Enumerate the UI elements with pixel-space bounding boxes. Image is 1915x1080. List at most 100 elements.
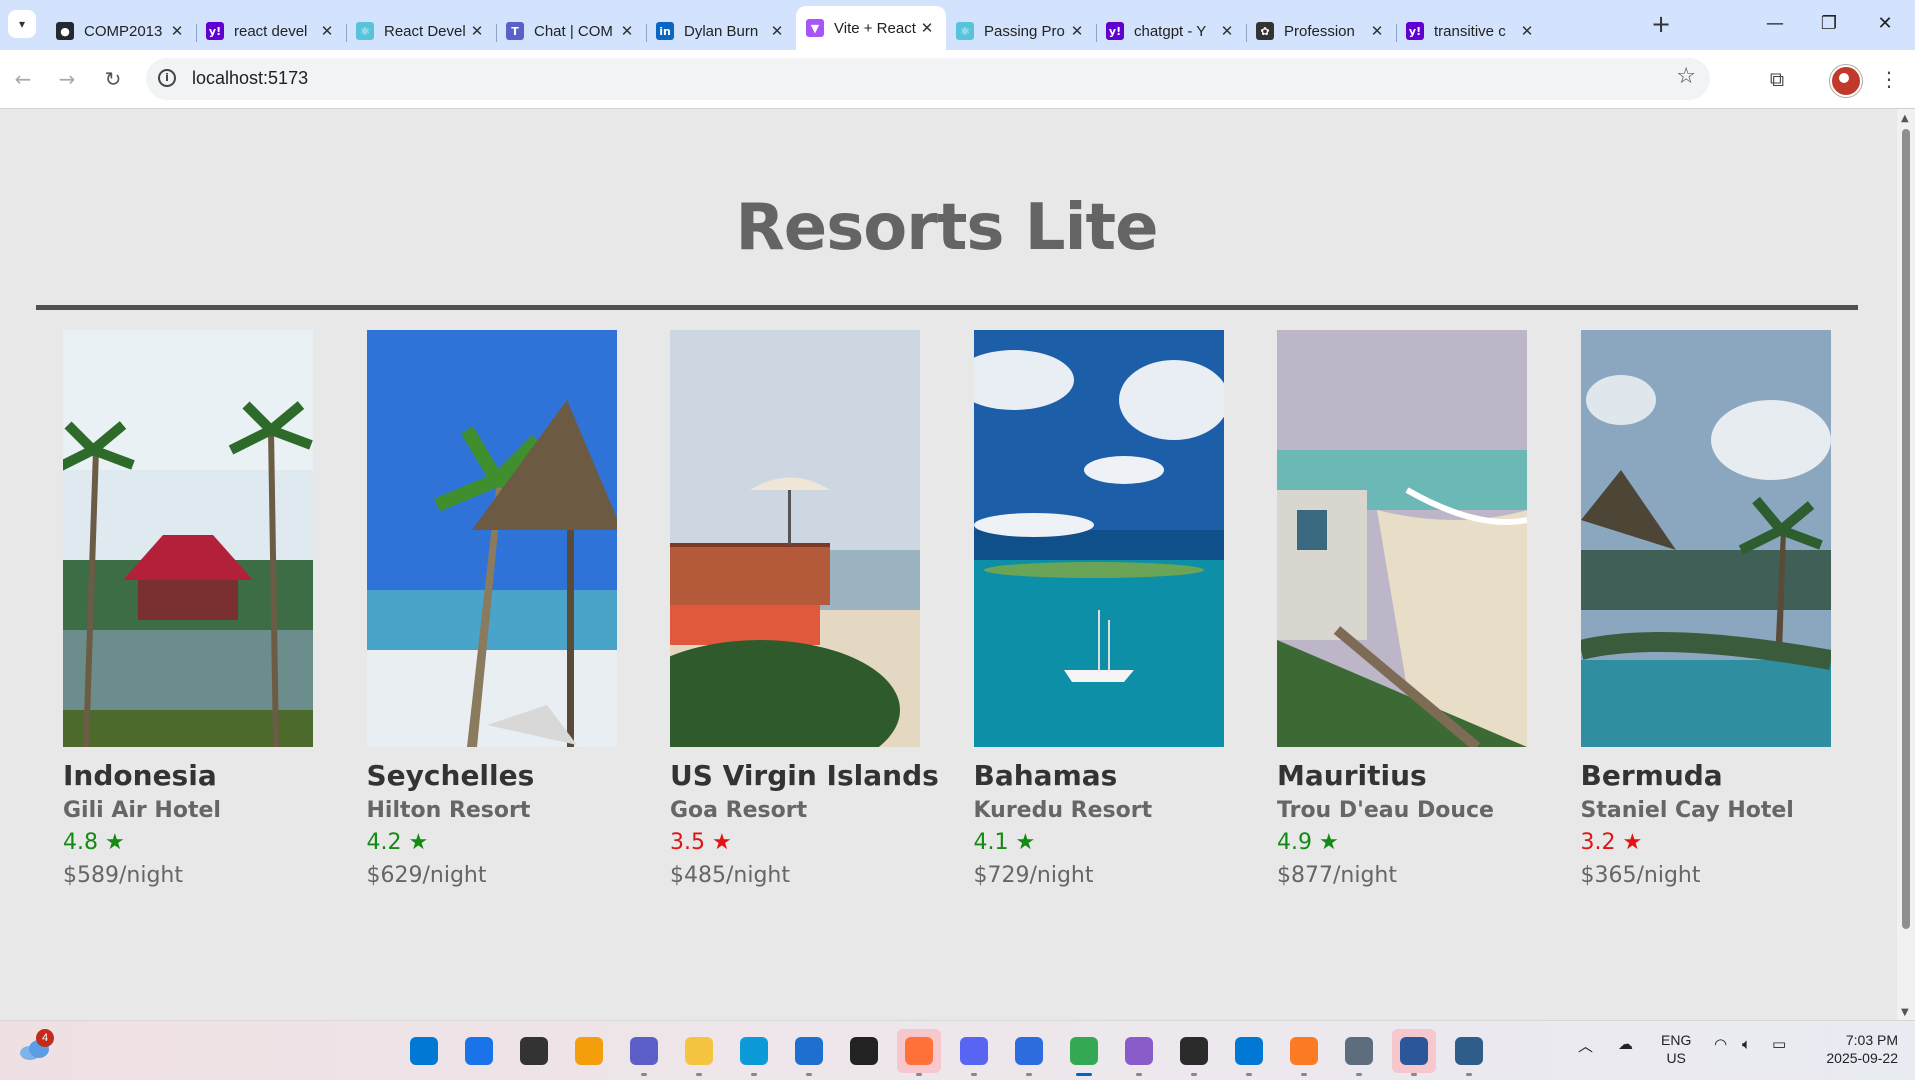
close-icon[interactable]: ✕ <box>468 22 486 40</box>
reload-button[interactable]: ↻ <box>98 64 128 94</box>
browser-tab[interactable]: y! chatgpt - Y ✕ <box>1096 12 1246 50</box>
taskbar-app-list <box>402 1029 1502 1076</box>
scrollbar-thumb[interactable] <box>1902 129 1910 929</box>
tab-title: Profession <box>1284 22 1355 40</box>
browser-tab[interactable]: y! transitive c ✕ <box>1396 12 1546 50</box>
visual-studio-icon[interactable] <box>1117 1029 1161 1076</box>
clock-time: 7:03 PM <box>1845 1032 1898 1048</box>
resort-country: US Virgin Islands <box>670 759 939 792</box>
resort-photo <box>670 330 920 747</box>
linkedin-icon: in <box>656 22 674 40</box>
teams-icon: T <box>506 22 524 40</box>
resort-country: Bahamas <box>973 759 1118 792</box>
tab-title: Dylan Burn <box>684 22 759 40</box>
teams-icon[interactable] <box>622 1029 666 1076</box>
browser-tab[interactable]: ⚛ Passing Pro ✕ <box>946 12 1096 50</box>
openai-icon: ✿ <box>1256 22 1274 40</box>
page-scrollbar[interactable]: ▲ ▼ <box>1897 109 1915 1020</box>
close-icon[interactable]: ✕ <box>1368 22 1386 40</box>
resort-card: US Virgin Islands Goa Resort 3.5 ★ $485/nig… <box>670 330 939 888</box>
tab-title: Chat | COM <box>534 22 613 40</box>
yahoo-icon: y! <box>1406 22 1424 40</box>
new-tab-button[interactable]: + <box>1647 10 1675 38</box>
page-title: Resorts Lite <box>735 191 1159 265</box>
menu-kebab-icon[interactable]: ⋮ <box>1874 64 1904 94</box>
address-bar[interactable]: i localhost:5173 ☆ <box>146 58 1710 100</box>
copilot-icon[interactable] <box>567 1029 611 1073</box>
resort-hotel-name: Kuredu Resort <box>973 798 1153 823</box>
close-icon[interactable]: ✕ <box>318 22 336 40</box>
restore-button[interactable]: ❐ <box>1806 8 1852 40</box>
wifi-icon[interactable]: ◠ <box>1714 1035 1727 1053</box>
file-explorer-icon[interactable] <box>677 1029 721 1076</box>
system-clock[interactable]: 7:03 PM 2025-09-22 <box>1812 1031 1898 1067</box>
resort-card: Bahamas Kuredu Resort 4.1 ★ $729/night <box>973 330 1224 888</box>
close-icon[interactable]: ✕ <box>168 22 186 40</box>
yahoo-icon: y! <box>1106 22 1124 40</box>
terminal-icon[interactable] <box>1172 1029 1216 1076</box>
input-language[interactable]: ENG US <box>1661 1031 1691 1067</box>
discord-icon[interactable] <box>952 1029 996 1076</box>
remote-icon[interactable] <box>1447 1029 1491 1076</box>
bookmark-star-icon[interactable]: ☆ <box>1676 64 1696 89</box>
resort-price: $629/night <box>366 863 487 888</box>
close-icon[interactable]: ✕ <box>1218 22 1236 40</box>
scroll-down-arrow-icon[interactable]: ▼ <box>1901 1007 1909 1018</box>
extensions-icon[interactable]: ⧉ <box>1762 64 1792 94</box>
title-divider <box>36 305 1858 310</box>
word-icon[interactable] <box>1392 1029 1436 1076</box>
react-icon: ⚛ <box>956 22 974 40</box>
resort-price: $729/night <box>973 863 1094 888</box>
browser-tab[interactable]: T Chat | COM ✕ <box>496 12 646 50</box>
tab-strip: ▾ ● COMP2013 ✕ y! react devel ✕ ⚛ React Devel ✕ T… <box>0 0 1915 50</box>
onedrive-icon[interactable]: ☁ <box>1618 1035 1633 1053</box>
calculator-icon[interactable] <box>1337 1029 1381 1076</box>
resort-hotel-name: Hilton Resort <box>366 798 531 823</box>
search-icon[interactable] <box>457 1029 501 1073</box>
resort-card: Seychelles Hilton Resort 4.2 ★ $629/night <box>366 330 617 888</box>
show-hidden-icons-chevron-icon[interactable]: ︿ <box>1578 1035 1593 1056</box>
close-icon[interactable]: ✕ <box>768 22 786 40</box>
address-url[interactable]: localhost:5173 <box>192 68 308 89</box>
xampp-icon[interactable] <box>1282 1029 1326 1076</box>
tab-title: React Devel <box>384 22 466 40</box>
scroll-up-arrow-icon[interactable]: ▲ <box>1901 113 1909 124</box>
resort-photo <box>63 330 313 747</box>
browser-tab[interactable]: ⚛ React Devel ✕ <box>346 12 496 50</box>
minimize-button[interactable]: — <box>1752 8 1798 40</box>
browser-tab[interactable]: in Dylan Burn ✕ <box>646 12 796 50</box>
chrome-icon[interactable] <box>1062 1029 1106 1076</box>
profile-avatar[interactable] <box>1830 65 1862 97</box>
browser-tab[interactable]: ● COMP2013 ✕ <box>46 12 196 50</box>
dell-icon[interactable] <box>842 1029 886 1073</box>
tab-search-button[interactable]: ▾ <box>8 10 36 38</box>
browser-tab[interactable]: y! react devel ✕ <box>196 12 346 50</box>
forward-button[interactable]: → <box>52 64 82 94</box>
firefox-icon[interactable] <box>897 1029 941 1076</box>
app-icon[interactable] <box>1007 1029 1051 1076</box>
edge-icon[interactable] <box>732 1029 776 1076</box>
close-icon[interactable]: ✕ <box>918 19 936 37</box>
close-icon[interactable]: ✕ <box>618 22 636 40</box>
close-icon[interactable]: ✕ <box>1068 22 1086 40</box>
close-window-button[interactable]: ✕ <box>1862 8 1908 40</box>
tab-title: chatgpt - Y <box>1134 22 1207 40</box>
task-view-icon[interactable] <box>512 1029 556 1073</box>
battery-icon[interactable]: ▭ <box>1772 1035 1786 1053</box>
resort-price: $485/night <box>670 863 790 888</box>
site-info-icon[interactable]: i <box>158 69 176 87</box>
volume-icon[interactable]: 🔈︎ <box>1742 1035 1751 1053</box>
back-button[interactable]: ← <box>8 64 38 94</box>
browser-tab[interactable]: ✿ Profession ✕ <box>1246 12 1396 50</box>
tab-title: transitive c <box>1434 22 1506 40</box>
resort-photo <box>1580 330 1831 747</box>
windows-start-icon[interactable] <box>402 1029 446 1073</box>
react-icon: ⚛ <box>356 22 374 40</box>
store-icon[interactable] <box>787 1029 831 1076</box>
resort-photo <box>366 330 617 747</box>
close-icon[interactable]: ✕ <box>1518 22 1536 40</box>
vscode-icon[interactable] <box>1227 1029 1271 1076</box>
resort-price: $365/night <box>1580 863 1701 888</box>
browser-tab[interactable]: ▼ Vite + React ✕ <box>796 6 946 50</box>
windows-taskbar: 4 ︿ ☁ ENG US ◠ 🔈︎ ▭ 7:03 PM 2025-09-22 <box>0 1020 1915 1080</box>
